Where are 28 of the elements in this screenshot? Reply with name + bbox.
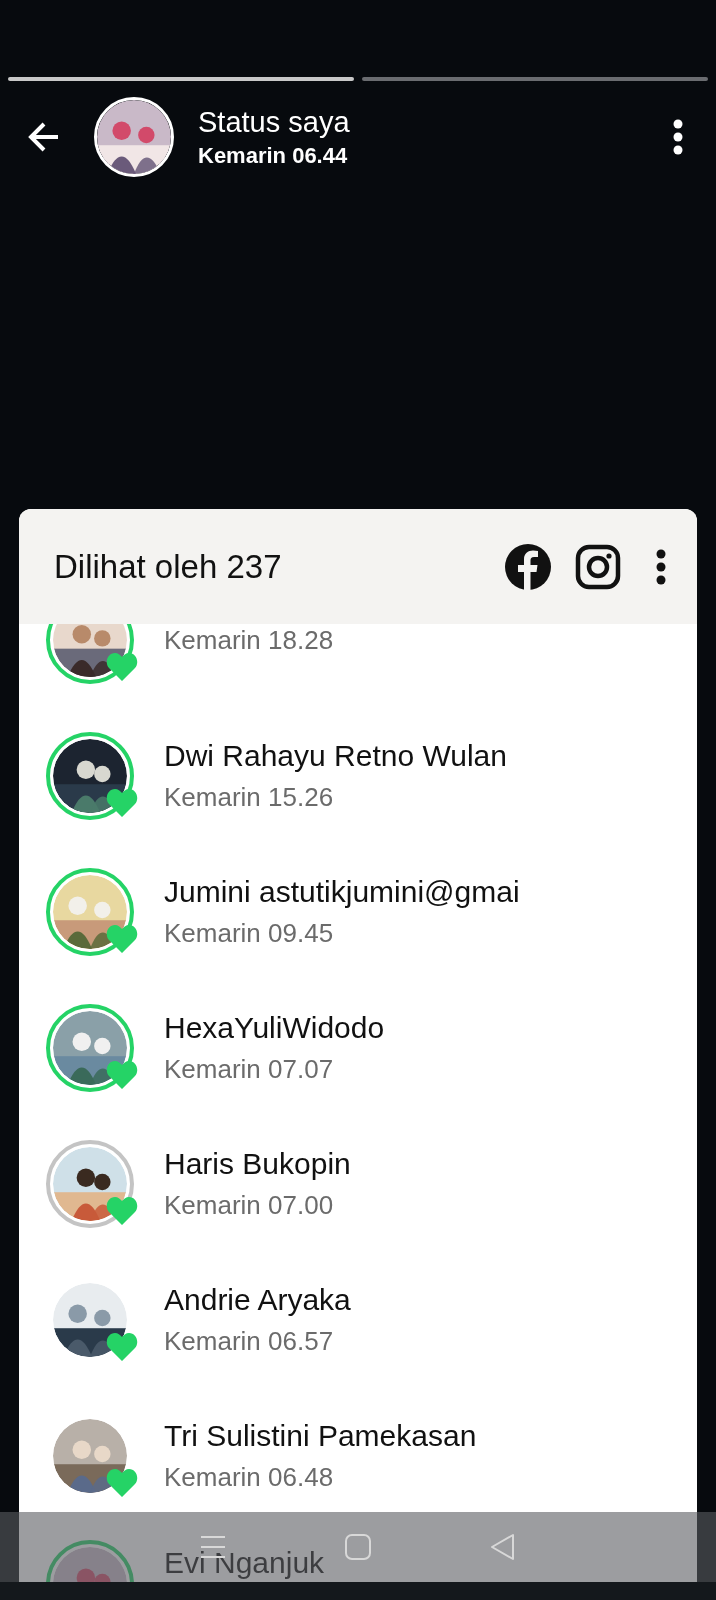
- instagram-icon[interactable]: [575, 543, 621, 590]
- heart-icon: [106, 788, 138, 818]
- view-time: Kemarin 15.26: [164, 782, 335, 813]
- viewer-name[interactable]: Andrie Aryaka: [164, 1283, 351, 1316]
- heart-icon: [106, 652, 138, 682]
- heart-icon: [106, 1332, 138, 1362]
- viewer-name[interactable]: Dwi Rahayu Retno Wulan: [164, 739, 507, 772]
- view-time: Kemarin 07.00: [164, 1190, 335, 1221]
- heart-icon: [106, 1468, 138, 1498]
- viewer-name[interactable]: HexaYuliWidodo: [164, 1011, 385, 1044]
- viewer-name[interactable]: Evi Nganjuk: [164, 1548, 325, 1578]
- sheet-title: Dilihat oleh 237: [54, 547, 283, 586]
- view-time: Kemarin 06.48: [164, 1462, 335, 1493]
- status-time: Kemarin 06.44: [198, 142, 349, 169]
- more-options-icon[interactable]: [655, 548, 667, 585]
- viewer-name[interactable]: Jumini astutikjumini@gmai: [164, 875, 520, 908]
- heart-icon: [106, 1060, 138, 1090]
- heart-icon: [106, 924, 138, 954]
- more-options-icon[interactable]: [672, 119, 684, 155]
- view-time: Kemarin 18.28: [164, 624, 334, 656]
- status-title: Status saya: [198, 105, 351, 139]
- view-time: Kemarin 07.07: [164, 1054, 335, 1085]
- heart-icon: [106, 1196, 138, 1226]
- viewer-name[interactable]: Tri Sulistini Pamekasan: [164, 1419, 477, 1452]
- facebook-icon[interactable]: [505, 543, 551, 590]
- view-time: Kemarin 09.45: [164, 918, 335, 949]
- viewer-name[interactable]: Haris Bukopin: [164, 1147, 351, 1180]
- view-time: Kemarin 06.57: [164, 1326, 335, 1357]
